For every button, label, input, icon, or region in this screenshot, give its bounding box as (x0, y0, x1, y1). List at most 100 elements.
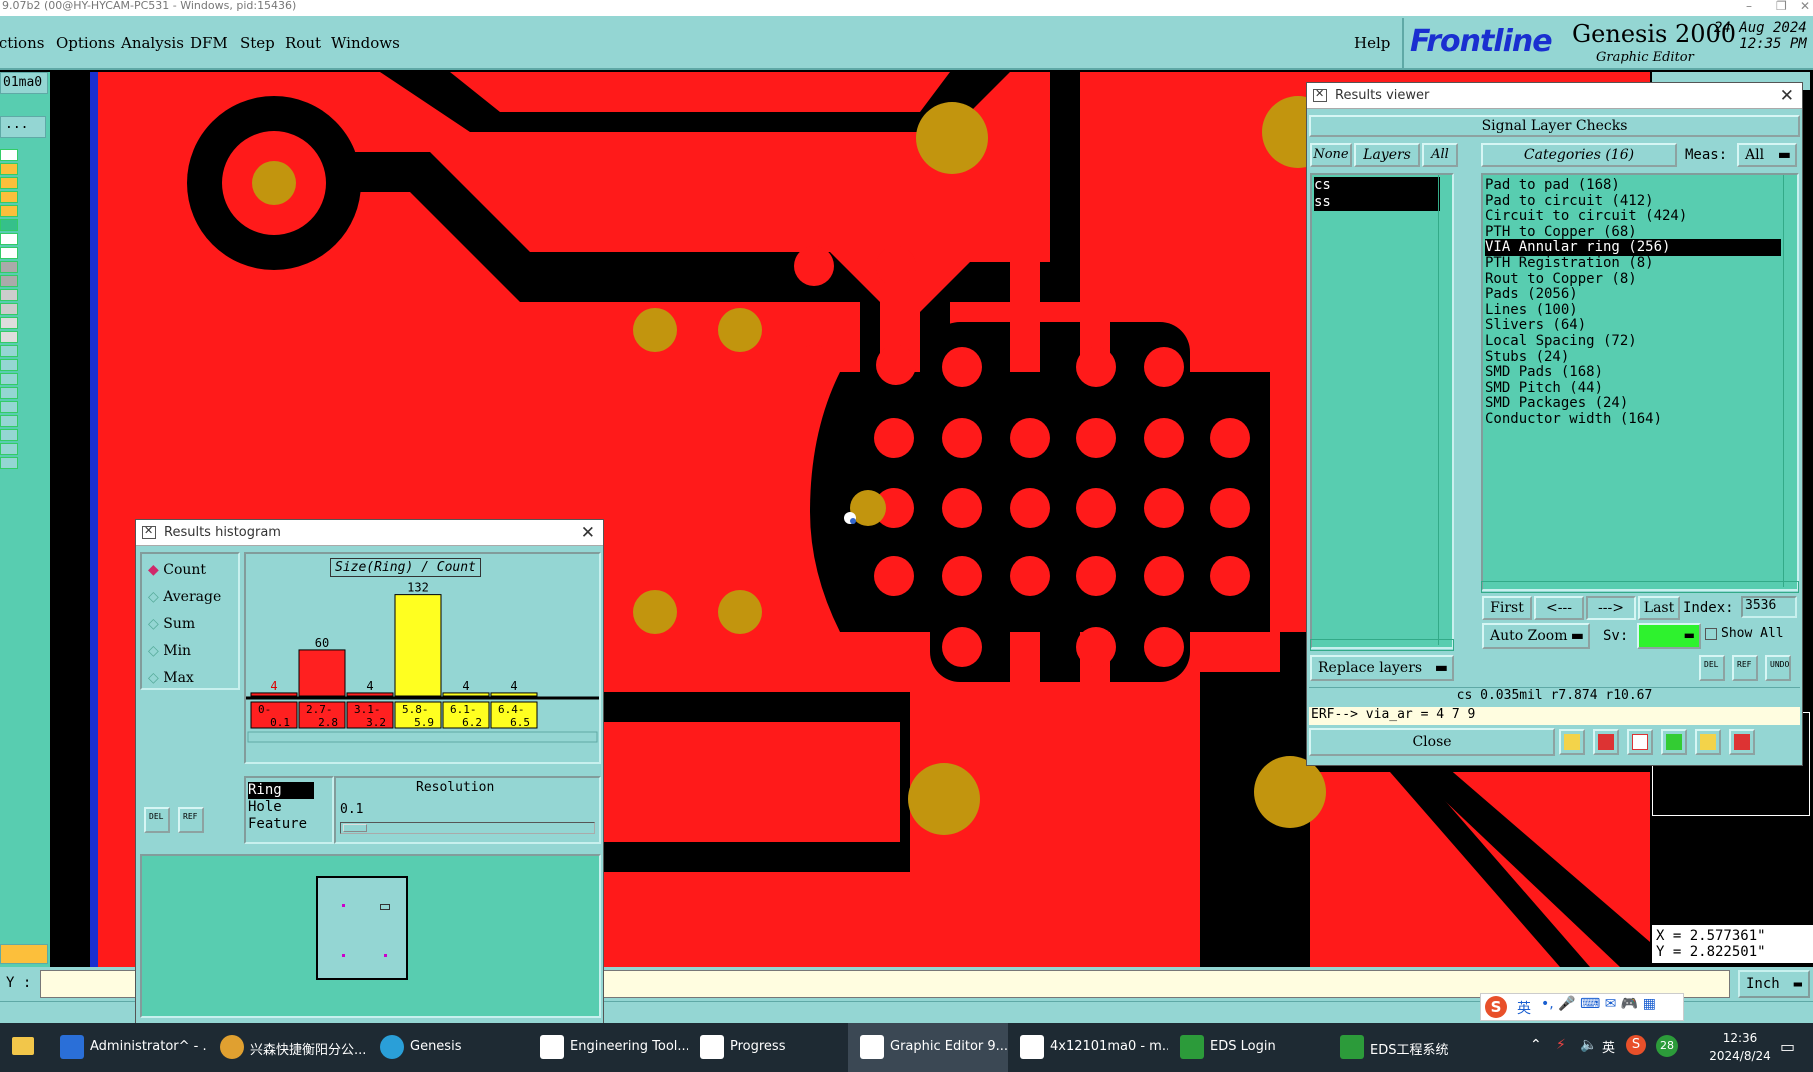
last-button[interactable]: Last (1638, 596, 1680, 620)
task-graphic-editor[interactable]: Graphic Editor 9.... (848, 1023, 1008, 1072)
layer-swatch[interactable] (0, 233, 18, 245)
undo-button[interactable]: UNDO (1765, 655, 1791, 681)
tray-badge[interactable]: 28 (1656, 1035, 1678, 1057)
histogram-bar[interactable] (394, 594, 442, 697)
layer-swatch[interactable] (0, 219, 18, 231)
severity-dropdown[interactable]: ▬ (1637, 623, 1701, 649)
category-item[interactable]: Stubs (24) (1485, 349, 1569, 366)
task-job[interactable]: 4x12101ma0 - m... (1008, 1023, 1168, 1072)
all-layers-button[interactable]: All (1422, 143, 1458, 167)
ref-button[interactable]: REF (1732, 655, 1758, 681)
layer-swatch[interactable] (0, 387, 18, 399)
category-item[interactable]: PTH to Copper (68) (1485, 224, 1637, 241)
menu-help[interactable]: Help (1354, 34, 1390, 52)
layer-swatch[interactable] (0, 303, 18, 315)
histogram-hscrollbar[interactable] (247, 731, 598, 743)
layer-swatch[interactable] (0, 429, 18, 441)
file-explorer-icon[interactable] (12, 1037, 34, 1055)
meas-dropdown[interactable]: All ▬ (1737, 143, 1797, 167)
layer-swatch[interactable] (0, 373, 18, 385)
ime-toolbar[interactable]: S 英 •, 🎤 ⌨ ✉ 🎮 ▦ (1480, 993, 1684, 1021)
histogram-bar[interactable] (298, 649, 346, 697)
mode-max-radio[interactable]: ◇ Max (148, 670, 194, 686)
histogram-bar[interactable] (250, 692, 298, 697)
category-item[interactable]: SMD Packages (24) (1485, 395, 1628, 412)
del-button[interactable]: DEL (1699, 655, 1725, 681)
none-button[interactable]: None (1310, 143, 1352, 167)
category-item[interactable]: Rout to Copper (8) (1485, 271, 1637, 288)
layer-swatch[interactable] (0, 149, 18, 161)
prev-button[interactable]: <--- (1534, 596, 1584, 620)
tray-app-icon[interactable]: ⚡ (1556, 1037, 1566, 1053)
layers-hscrollbar[interactable] (1310, 639, 1454, 651)
close-button[interactable]: Close (1309, 728, 1555, 756)
layer-swatch[interactable] (0, 205, 18, 217)
units-dropdown[interactable]: Inch ▬ (1738, 970, 1810, 998)
menu-windows[interactable]: Windows (331, 34, 400, 52)
layers-button[interactable]: Layers (1354, 143, 1420, 167)
category-item[interactable]: VIA Annular ring (256) (1485, 239, 1781, 257)
histogram-titlebar[interactable]: Results histogram ✕ (136, 520, 603, 546)
task-engineering-tool[interactable]: Engineering Tool... (528, 1023, 688, 1072)
layer-swatch[interactable] (0, 457, 18, 469)
category-item[interactable]: SMD Pads (168) (1485, 364, 1603, 381)
report-button[interactable] (1593, 729, 1619, 755)
layer-swatch[interactable] (0, 401, 18, 413)
layer-swatch[interactable] (0, 163, 18, 175)
task-administrator[interactable]: Administrator^ - ... (48, 1023, 208, 1072)
layer-swatch[interactable] (0, 317, 18, 329)
layer-swatch[interactable] (0, 331, 18, 343)
histogram-bar[interactable] (346, 692, 394, 697)
mode-sum-radio[interactable]: ◇ Sum (148, 616, 195, 632)
show-all-checkbox[interactable] (1705, 628, 1717, 640)
layer-swatch[interactable] (0, 261, 18, 273)
category-item[interactable]: SMD Pitch (44) (1485, 380, 1603, 397)
job-options-button[interactable]: ... (0, 116, 46, 138)
task-company[interactable]: 兴森快捷衡阳分公... (208, 1023, 368, 1072)
histogram-bar[interactable] (490, 692, 538, 697)
notes-button[interactable] (1695, 729, 1721, 755)
categories-button[interactable]: Categories (16) (1481, 143, 1677, 167)
replace-layers-dropdown[interactable]: Replace layers ▬ (1310, 655, 1454, 681)
attr-feature[interactable]: Feature (248, 816, 307, 833)
tray-chevron-icon[interactable]: ⌃ (1530, 1037, 1542, 1053)
index-input[interactable]: 3536 (1741, 596, 1797, 618)
task-eds-login[interactable]: EDS Login (1168, 1023, 1328, 1072)
resolution-slider[interactable] (340, 822, 595, 834)
info-button[interactable] (1559, 729, 1585, 755)
layer-swatch[interactable] (0, 443, 18, 455)
menu-options[interactable]: Options (56, 34, 115, 52)
layer-swatch[interactable] (0, 289, 18, 301)
mode-min-radio[interactable]: ◇ Min (148, 643, 191, 659)
category-item[interactable]: PTH Registration (8) (1485, 255, 1654, 272)
close-icon[interactable]: ✕ (1800, 0, 1810, 12)
menu-rout[interactable]: Rout (285, 34, 321, 52)
category-item[interactable]: Slivers (64) (1485, 317, 1586, 334)
del-button[interactable]: DEL (144, 807, 170, 833)
layers-scrollbar[interactable] (1438, 175, 1450, 645)
category-item[interactable]: Lines (100) (1485, 302, 1578, 319)
layer-swatch[interactable] (0, 275, 18, 287)
mode-count-radio[interactable]: ◆ Count (148, 562, 206, 578)
volume-icon[interactable]: 🔈 (1580, 1037, 1597, 1053)
task-eds-system[interactable]: EDS工程系统 (1328, 1023, 1488, 1072)
category-item[interactable]: Pads (2056) (1485, 286, 1578, 303)
task-progress[interactable]: Progress (688, 1023, 848, 1072)
layer-item-ss[interactable]: ss (1314, 194, 1440, 211)
categories-scrollbar[interactable] (1783, 175, 1795, 587)
sogou-tray-icon[interactable]: S (1626, 1035, 1646, 1055)
mode-average-radio[interactable]: ◇ Average (148, 589, 221, 605)
attr-hole[interactable]: Hole (248, 799, 282, 816)
first-button[interactable]: First (1482, 596, 1532, 620)
layer-swatch[interactable] (0, 415, 18, 427)
help-button[interactable] (1661, 729, 1687, 755)
tray-language[interactable]: 英 (1602, 1037, 1615, 1056)
category-item[interactable]: Circuit to circuit (424) (1485, 208, 1687, 225)
layer-swatch[interactable] (0, 345, 18, 357)
menu-dfm[interactable]: DFM (190, 34, 228, 52)
system-clock[interactable]: 12:36 2024/8/24 (1708, 1029, 1772, 1065)
layer-swatch[interactable] (0, 177, 18, 189)
categories-hscrollbar[interactable] (1481, 581, 1799, 593)
category-item[interactable]: Conductor width (164) (1485, 411, 1662, 428)
category-item[interactable]: Pad to pad (168) (1485, 177, 1620, 194)
